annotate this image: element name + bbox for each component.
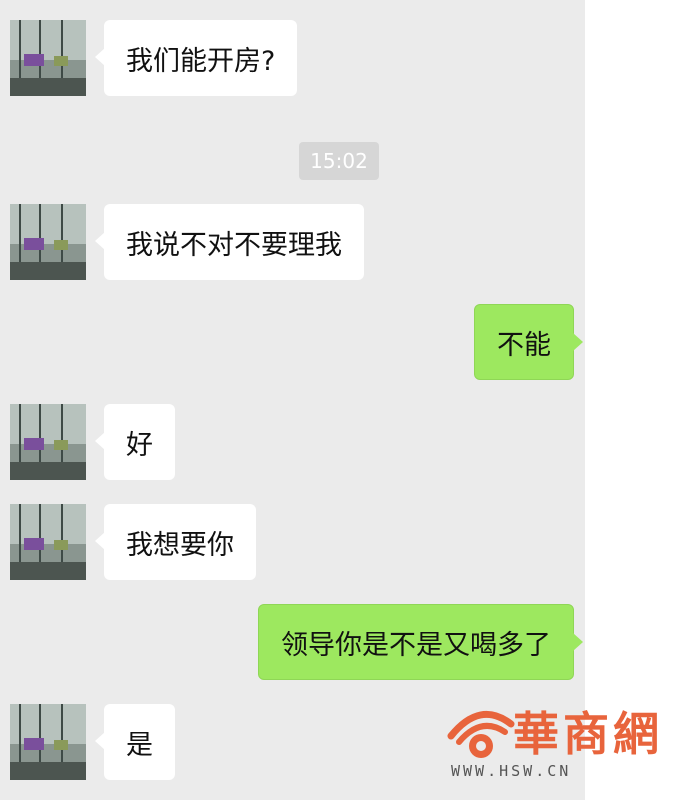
avatar-photo-icon [10, 504, 86, 580]
message-bubble-outgoing[interactable]: 领导你是不是又喝多了 [258, 604, 583, 680]
message-text: 我想要你 [126, 529, 234, 561]
contact-avatar[interactable] [10, 504, 86, 580]
message-text: 是 [126, 729, 153, 761]
watermark-brand: 華商網 [513, 707, 663, 761]
message-bubble[interactable]: 是 [95, 704, 175, 780]
contact-avatar[interactable] [10, 404, 86, 480]
right-white-strip [585, 0, 685, 800]
contact-avatar[interactable] [10, 704, 86, 780]
message-bubble[interactable]: 我们能开房? [94, 20, 298, 96]
message-text: 领导你是不是又喝多了 [281, 629, 551, 661]
message-text: 不能 [497, 329, 551, 361]
message-bubble-outgoing[interactable]: 不能 [474, 304, 583, 380]
hsw-watermark: 華商網 WWW.HSW.CN [445, 688, 677, 788]
hsw-logo-icon [447, 711, 515, 758]
message-bubble[interactable]: 我说不对不要理我 [95, 204, 364, 280]
timestamp-badge: 15:02 [299, 142, 379, 180]
avatar-photo-icon [10, 20, 86, 96]
message-text: 好 [126, 429, 153, 461]
timestamp-text: 15:02 [310, 149, 368, 173]
message-bubble[interactable]: 我想要你 [95, 504, 256, 580]
message-text: 我们能开房? [126, 45, 276, 77]
contact-avatar[interactable] [10, 204, 86, 280]
message-text: 我说不对不要理我 [126, 229, 342, 261]
avatar-photo-icon [10, 704, 86, 780]
avatar-photo-icon [10, 404, 86, 480]
watermark-url: WWW.HSW.CN [451, 762, 572, 780]
message-bubble[interactable]: 好 [95, 404, 175, 480]
avatar-photo-icon [10, 204, 86, 280]
contact-avatar[interactable] [10, 20, 86, 96]
